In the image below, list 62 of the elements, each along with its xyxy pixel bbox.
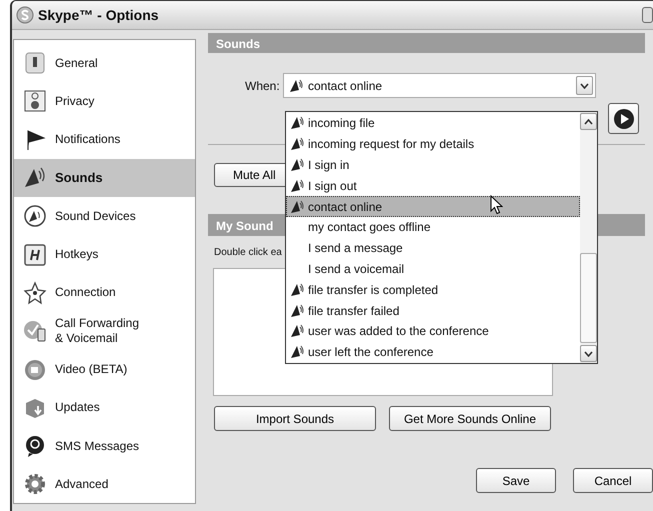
section-header: Sounds [208,33,645,53]
dropdown-value: contact online [308,78,382,94]
dropdown-option[interactable]: I send a message [286,238,580,259]
network-star-icon [23,280,47,305]
scrollbar[interactable] [580,112,597,363]
speaker-icon [289,178,305,194]
speaker-icon [289,198,305,215]
chevron-up-icon [584,118,593,124]
gear-icon [23,472,47,496]
dropdown-option[interactable]: file transfer is completed [286,279,580,300]
sidebar-item[interactable]: Video (BETA) [14,350,195,389]
sidebar-item[interactable]: Notifications [14,120,195,159]
speaker-icon [289,115,305,132]
sidebar-item[interactable]: SMS Messages [14,426,195,466]
chevron-down-icon [580,82,589,88]
door-hanger-icon [23,89,47,114]
speaker-icon [289,302,305,319]
sidebar-item[interactable]: Call Forwarding & Voicemail [14,312,195,350]
dialog-button[interactable]: Cancel [573,468,653,493]
speaker-icon [289,156,305,173]
dropdown-option[interactable]: file transfer failed [286,300,580,321]
speaker-icon [288,78,304,94]
play-button[interactable] [608,103,639,134]
dropdown-option[interactable]: user was added to the conference [286,320,580,342]
dialog-button[interactable]: Save [476,468,556,493]
dropdown-option[interactable]: incoming file [286,113,580,134]
dropdown-list[interactable] [285,111,598,364]
chevron-down-icon [584,350,593,356]
speaker-icon [289,344,305,360]
video-camera-icon [23,358,47,382]
speaker-icon [289,136,305,152]
sidebar-item[interactable]: Sound Devices [14,197,195,236]
sidebar-item[interactable]: Updates [14,388,195,427]
sidebar-item[interactable]: Sounds [14,158,195,198]
field-label: When: [245,78,281,94]
library-button[interactable]: Import Sounds [214,406,376,431]
window-title: Skype™ - Options [38,6,159,25]
library-button[interactable]: Get More Sounds Online [389,406,551,431]
hint-text: Double click ea [214,246,282,260]
sidebar-item[interactable]: Hotkeys [14,235,195,274]
speaker-icon [289,323,305,340]
close-button[interactable] [642,7,653,23]
dropdown-option[interactable]: contact online [286,196,580,217]
hotkey-icon [23,242,47,267]
event-dropdown[interactable]: contact online [283,73,596,98]
sidebar-item[interactable]: General [14,44,195,82]
settings-icon [23,51,47,76]
message-bubble-icon [23,434,47,458]
sidebar-item[interactable]: Advanced [14,465,195,504]
cursor-icon [490,195,503,215]
phone-forward-icon [23,319,47,344]
skype-logo-icon [16,6,34,24]
dropdown-option[interactable]: incoming request for my details [286,134,580,155]
sidebar-item[interactable]: Privacy [14,82,195,121]
dropdown-option[interactable]: I send a voicemail [286,258,580,280]
scroll-thumb[interactable] [580,253,597,343]
sidebar-item[interactable]: Connection [14,274,195,312]
speaker-icon [23,204,47,228]
dropdown-option[interactable]: user left the conference [286,342,580,363]
play-icon [612,108,634,130]
dropdown-option[interactable]: my contact goes offline [286,216,580,238]
speaker-icon [289,282,305,298]
